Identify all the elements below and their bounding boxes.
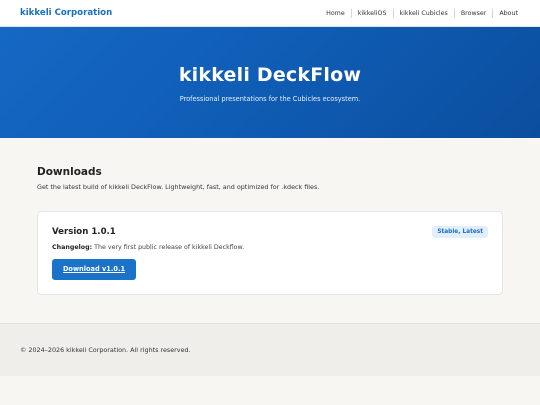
footer-copyright: © 2024–2026 kikkeli Corporation. All rig… xyxy=(20,346,191,354)
nav-link-cubicles[interactable]: kikkeli Cubicles xyxy=(400,10,448,17)
hero-subtitle: Professional presentations for the Cubic… xyxy=(179,95,361,103)
hero-title: kikkeli DeckFlow xyxy=(178,64,362,86)
download-button[interactable]: Download v1.0.1 xyxy=(52,259,136,280)
nav-divider xyxy=(350,8,352,18)
downloads-section: Downloads Get the latest build of kikkel… xyxy=(0,138,540,323)
release-card: Version 1.0.1 Stable, Latest Changelog: … xyxy=(37,211,503,295)
nav-link-browser[interactable]: Browser xyxy=(461,10,487,17)
downloads-heading: Downloads xyxy=(37,166,102,178)
hero-banner: kikkeli DeckFlow Professional presentati… xyxy=(0,27,540,138)
nav-divider xyxy=(453,8,455,18)
release-status-badge: Stable, Latest xyxy=(432,226,488,238)
changelog-text: The very first public release of kikkeli… xyxy=(92,244,245,251)
nav-divider xyxy=(392,8,394,18)
nav-divider xyxy=(492,8,494,18)
changelog-label: Changelog: xyxy=(52,244,93,251)
release-changelog: Changelog: The very first public release… xyxy=(52,244,488,251)
nav-link-kikkelios[interactable]: kikkeliOS xyxy=(358,10,387,17)
main-nav: Home kikkeliOS kikkeli Cubicles Browser … xyxy=(326,8,518,18)
page-bottom-spacer xyxy=(0,376,540,405)
downloads-intro: Get the latest build of kikkeli DeckFlow… xyxy=(37,183,320,191)
nav-link-home[interactable]: Home xyxy=(326,10,345,17)
release-card-header: Version 1.0.1 Stable, Latest xyxy=(52,226,488,238)
nav-link-about[interactable]: About xyxy=(499,10,518,17)
brand-logo-text[interactable]: kikkeli Corporation xyxy=(20,8,112,18)
page-footer: © 2024–2026 kikkeli Corporation. All rig… xyxy=(0,323,540,376)
release-version: Version 1.0.1 xyxy=(52,227,116,237)
top-nav-bar: kikkeli Corporation Home kikkeliOS kikke… xyxy=(0,0,540,27)
